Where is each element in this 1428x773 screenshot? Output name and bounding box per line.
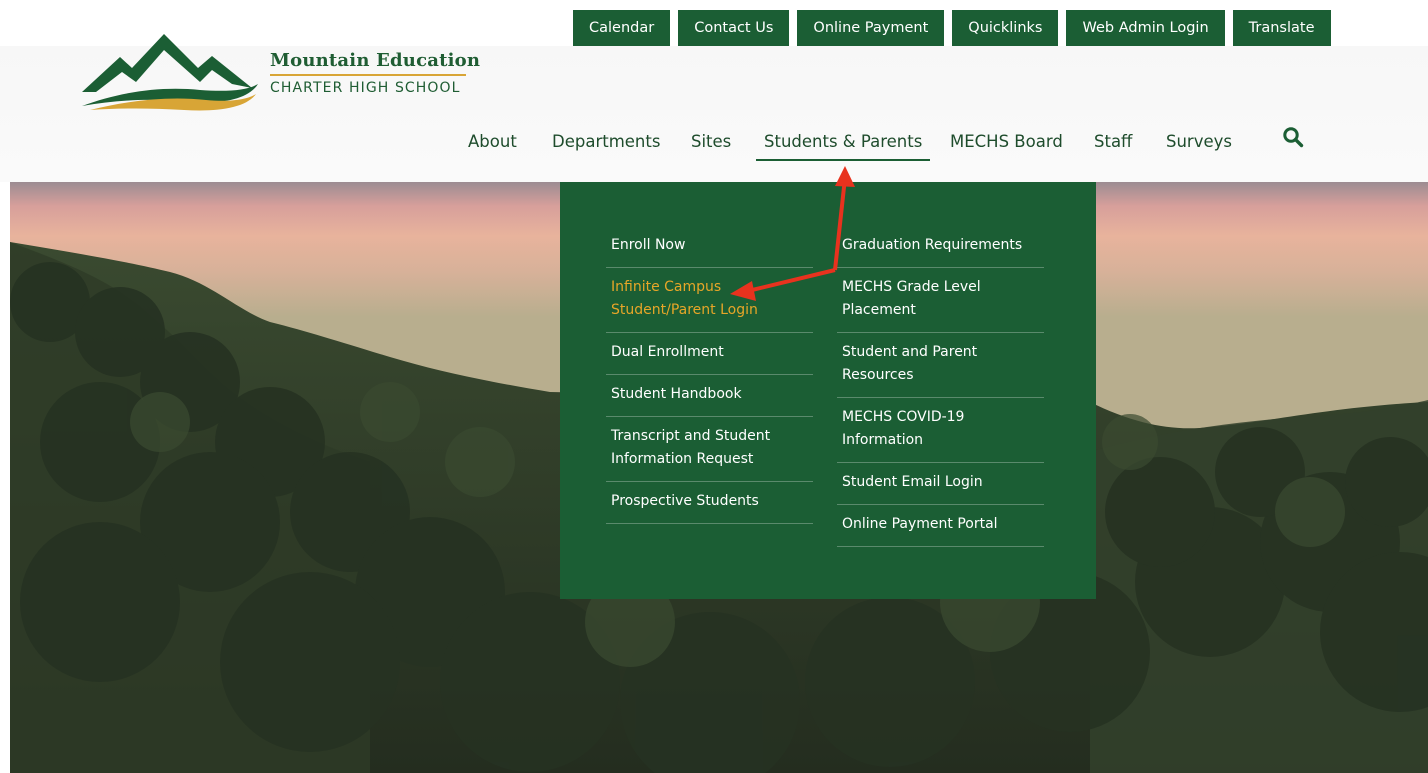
translate-button[interactable]: Translate: [1232, 10, 1331, 46]
nav-surveys[interactable]: Surveys: [1166, 132, 1232, 151]
menu-covid-information[interactable]: MECHS COVID-19 Information: [837, 398, 1044, 463]
calendar-button[interactable]: Calendar: [573, 10, 671, 46]
logo-divider: [270, 74, 466, 76]
logo-subtitle[interactable]: CHARTER HIGH SCHOOL: [270, 80, 461, 96]
nav-sites[interactable]: Sites: [691, 132, 731, 151]
menu-student-handbook[interactable]: Student Handbook: [606, 375, 813, 417]
menu-infinite-campus-login[interactable]: Infinite Campus Student/Parent Login: [606, 268, 813, 333]
online-payment-button[interactable]: Online Payment: [797, 10, 945, 46]
mountain-logo-icon[interactable]: [80, 22, 260, 112]
search-icon[interactable]: [1282, 126, 1304, 148]
menu-transcript-request[interactable]: Transcript and Student Information Reque…: [606, 417, 813, 482]
nav-staff[interactable]: Staff: [1094, 132, 1132, 151]
web-admin-login-button[interactable]: Web Admin Login: [1066, 10, 1225, 46]
dropdown-right-column: Graduation Requirements MECHS Grade Leve…: [837, 226, 1044, 547]
menu-enroll-now[interactable]: Enroll Now: [606, 226, 813, 268]
logo-title[interactable]: Mountain Education: [270, 50, 480, 71]
quicklinks-button[interactable]: Quicklinks: [952, 10, 1059, 46]
menu-dual-enrollment[interactable]: Dual Enrollment: [606, 333, 813, 375]
menu-graduation-requirements[interactable]: Graduation Requirements: [837, 226, 1044, 268]
menu-student-email-login[interactable]: Student Email Login: [837, 463, 1044, 505]
nav-about[interactable]: About: [468, 132, 517, 151]
students-parents-dropdown: Enroll Now Infinite Campus Student/Paren…: [560, 182, 1096, 599]
nav-departments[interactable]: Departments: [552, 132, 660, 151]
dropdown-left-column: Enroll Now Infinite Campus Student/Paren…: [606, 226, 813, 524]
menu-prospective-students[interactable]: Prospective Students: [606, 482, 813, 524]
nav-mechs-board[interactable]: MECHS Board: [950, 132, 1063, 151]
utility-nav: Calendar Contact Us Online Payment Quick…: [573, 10, 1331, 46]
nav-students-parents[interactable]: Students & Parents: [755, 132, 931, 161]
contact-us-button[interactable]: Contact Us: [678, 10, 790, 46]
menu-online-payment-portal[interactable]: Online Payment Portal: [837, 505, 1044, 547]
menu-grade-level-placement[interactable]: MECHS Grade Level Placement: [837, 268, 1044, 333]
site-header: Mountain Education CHARTER HIGH SCHOOL C…: [0, 0, 1428, 182]
menu-student-parent-resources[interactable]: Student and Parent Resources: [837, 333, 1044, 398]
